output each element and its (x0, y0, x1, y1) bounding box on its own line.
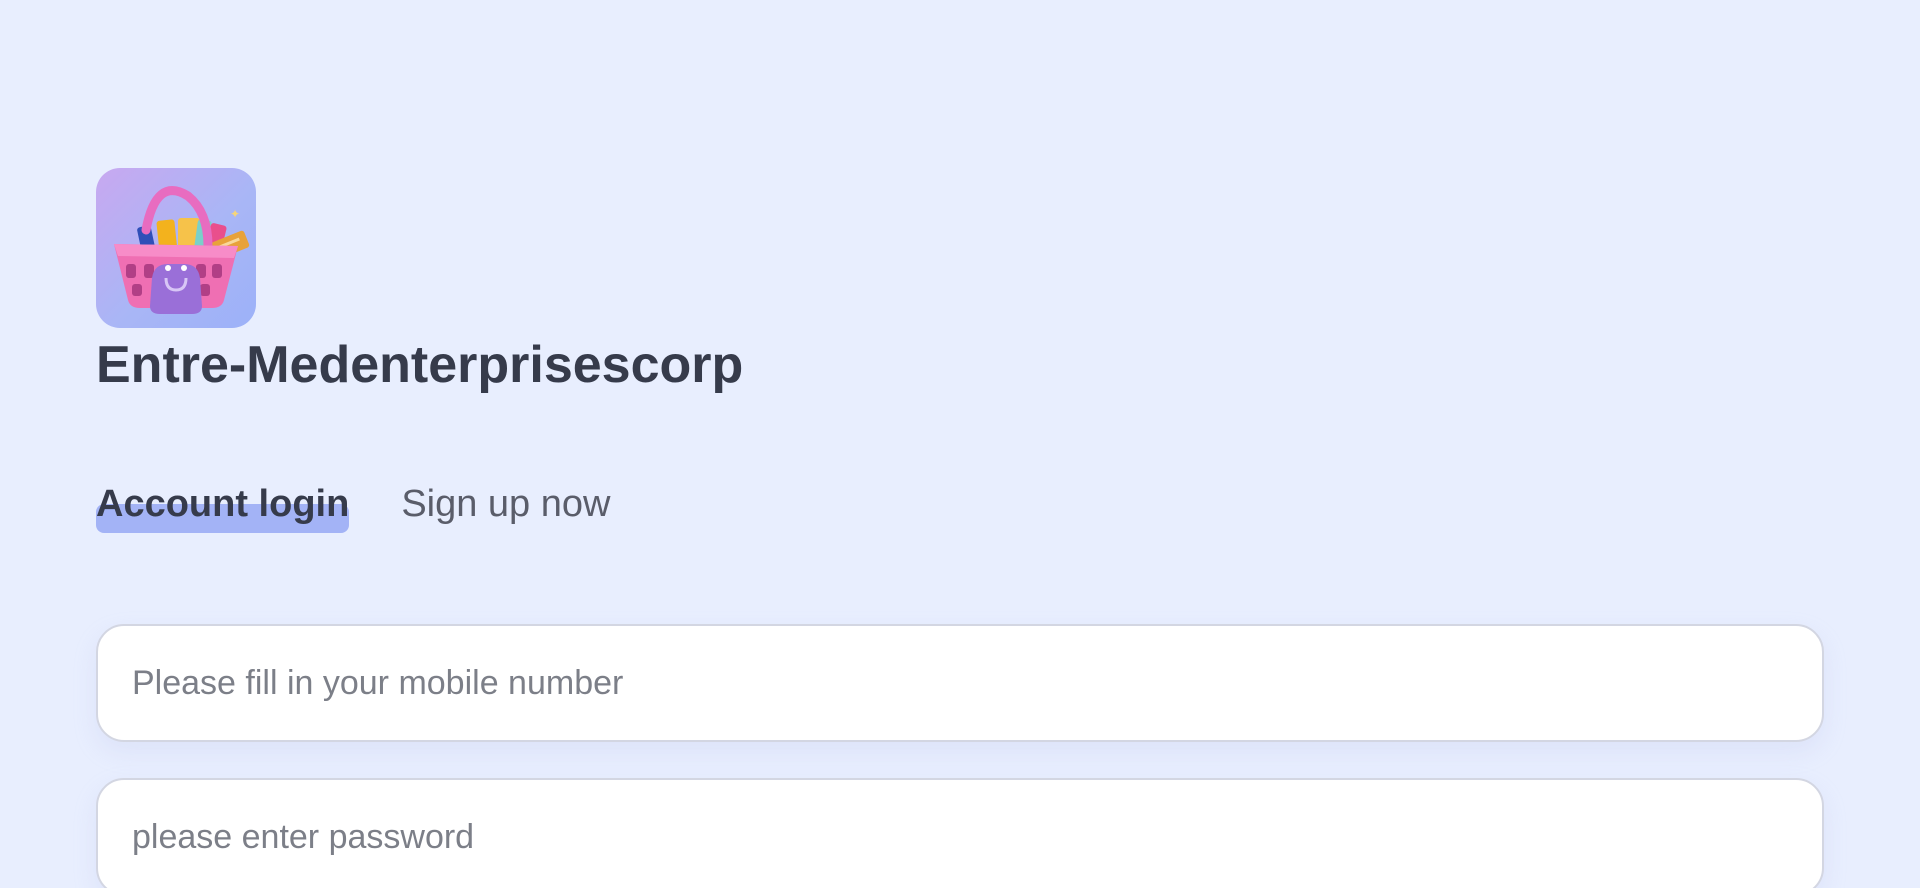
mobile-number-input[interactable] (98, 626, 1822, 740)
tab-account-login-label: Account login (96, 483, 350, 525)
app-logo: ✦ (96, 168, 256, 328)
tab-account-login[interactable]: Account login (96, 478, 350, 533)
tab-sign-up-label: Sign up now (401, 483, 611, 525)
svg-text:✦: ✦ (230, 207, 240, 221)
shopping-basket-icon: ✦ (114, 186, 250, 314)
password-input[interactable] (98, 780, 1822, 888)
mobile-number-field (96, 624, 1824, 742)
auth-tabs: Account login Sign up now (96, 478, 610, 533)
tab-sign-up[interactable]: Sign up now (401, 478, 610, 530)
password-field (96, 778, 1824, 888)
app-title: Entre-Medenterprisescorp (96, 336, 744, 394)
